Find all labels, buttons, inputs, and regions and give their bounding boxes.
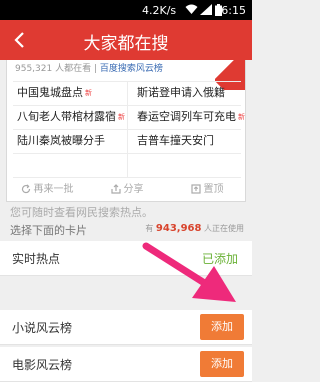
hot-search-item[interactable]: 中国鬼城盘点新 [7, 81, 127, 105]
new-badge: 新 [118, 113, 125, 121]
section-label: 选择下面的卡片 [10, 224, 87, 237]
add-button[interactable]: 添加 [200, 314, 244, 340]
status-bar: 4.2K/s 16:15 [0, 0, 252, 20]
signal-icon [200, 4, 212, 15]
card-actions: 再来一批 分享 置顶 [7, 178, 245, 201]
hot-search-label: 中国鬼城盘点 [17, 86, 83, 99]
meta-separator: | [93, 64, 98, 74]
card-meta: 955,321 人都在看 | 百度搜索风云榜 [15, 61, 163, 74]
user-count: 有 943,968 人正在使用 [145, 223, 244, 234]
user-count-prefix: 有 [145, 224, 154, 233]
user-count-suffix: 人正在使用 [204, 224, 244, 233]
hot-search-item[interactable]: 陆川秦岚被曝分手 [7, 129, 127, 153]
page-title: 大家都在搜 [83, 34, 169, 54]
pin-top-label: 置顶 [203, 184, 224, 195]
wifi-icon [185, 4, 198, 14]
title-bar: 大家都在搜 [0, 20, 252, 60]
hot-search-label: 八旬老人带棺材露宿 [17, 110, 116, 123]
pin-icon [190, 184, 201, 194]
list-item: 小说风云榜 添加 [0, 310, 252, 345]
pointer-arrow-icon [142, 242, 236, 302]
refresh-icon [21, 184, 30, 194]
add-button[interactable]: 添加 [200, 351, 244, 377]
hot-search-item[interactable]: 斯诺登申请入俄籍 [127, 81, 245, 105]
hot-search-label: 陆川秦岚被曝分手 [17, 134, 105, 147]
share-icon [110, 184, 121, 194]
share-button[interactable]: 分享 [87, 178, 167, 201]
new-badge: 新 [238, 113, 245, 121]
hot-search-item[interactable]: 八旬老人带棺材露宿新 [7, 105, 127, 129]
card-name: 实时热点 [12, 252, 61, 266]
new-badge: 新 [85, 89, 92, 97]
share-label: 分享 [123, 184, 144, 195]
hot-search-label: 斯诺登申请入俄籍 [137, 86, 225, 99]
refresh-button[interactable]: 再来一批 [7, 178, 87, 201]
user-count-number: 943,968 [155, 223, 202, 234]
clock: 16:15 [214, 4, 246, 17]
card-name: 小说风云榜 [12, 321, 73, 335]
network-speed: 4.2K/s [142, 4, 177, 17]
card-name: 电影风云榜 [12, 358, 73, 372]
hot-search-label: 吉普车撞天安门 [137, 134, 214, 147]
hot-search-item[interactable]: 吉普车撞天安门 [127, 129, 245, 153]
baidu-ranking-link[interactable]: 百度搜索风云榜 [100, 64, 163, 74]
section-header: 选择下面的卡片 有 943,968 人正在使用 [0, 217, 252, 241]
refresh-label: 再来一批 [33, 184, 74, 195]
hot-search-label: 春运空调列车可充电 [137, 110, 236, 123]
viewer-count: 955,321 人都在看 [15, 64, 92, 74]
divider [127, 81, 128, 177]
list-item: 电影风云榜 添加 [0, 347, 252, 382]
hot-search-card: 955,321 人都在看 | 百度搜索风云榜 中国鬼城盘点新 斯诺登申请入俄籍 … [6, 60, 246, 202]
pin-top-button[interactable]: 置顶 [167, 178, 245, 201]
hot-search-item[interactable]: 春运空调列车可充电新 [127, 105, 245, 129]
